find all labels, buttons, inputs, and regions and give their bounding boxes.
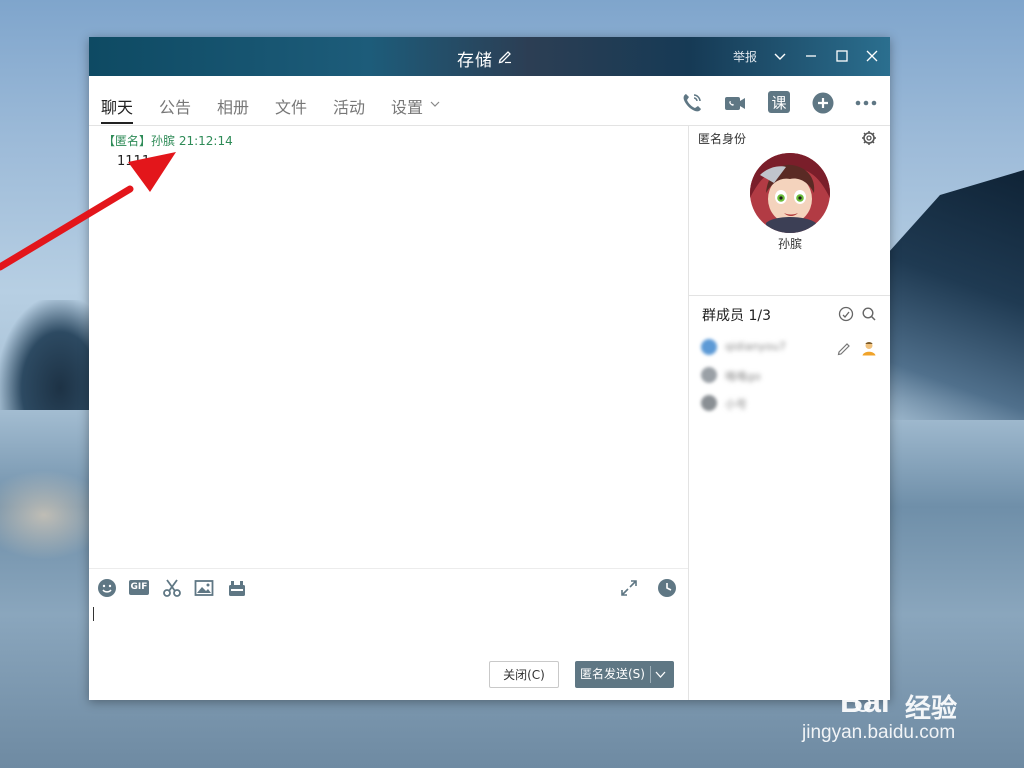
member-avatar (701, 395, 717, 411)
video-call-icon[interactable] (723, 91, 747, 115)
watermark-url: jingyan.baidu.com (802, 722, 956, 743)
tab-files[interactable]: 文件 (275, 94, 307, 118)
group-chat-window: 存储 举报 聊天 公告 相册 文件 活动 设置 课 【匿名】孙膑 21:12:1… (89, 37, 890, 700)
course-icon[interactable]: 课 (768, 91, 790, 113)
gift-icon[interactable] (227, 578, 247, 598)
background-hill-right (884, 170, 1024, 420)
active-tab-indicator (101, 122, 133, 124)
close-button[interactable]: 关闭(C) (489, 661, 559, 688)
tab-album[interactable]: 相册 (217, 94, 249, 118)
send-options-chevron-icon[interactable] (655, 670, 666, 679)
member-name: 小号 (725, 398, 747, 411)
group-members-title: 群成员 1/3 (702, 308, 771, 324)
title-bar[interactable]: 存储 举报 (89, 37, 890, 76)
member-filter-icon[interactable] (838, 306, 854, 322)
tab-settings[interactable]: 设置 (391, 94, 423, 118)
scissors-icon[interactable] (162, 578, 182, 598)
member-name: qidianyou7 (725, 340, 786, 353)
member-avatar (701, 339, 717, 355)
owner-icon (862, 342, 876, 356)
emoji-icon[interactable] (97, 578, 117, 598)
gear-icon[interactable] (861, 130, 877, 146)
gif-icon[interactable]: GIF (129, 580, 149, 595)
member-row[interactable]: 咯咯go (701, 366, 851, 384)
anonymous-identity-label: 匿名身份 (698, 132, 747, 146)
anonymous-send-button[interactable]: 匿名发送(S) (575, 661, 674, 688)
anonymous-avatar (750, 153, 830, 233)
member-name: 咯咯go (725, 370, 761, 383)
edit-icon[interactable] (836, 340, 852, 356)
tab-activity[interactable]: 活动 (333, 94, 365, 118)
member-row[interactable]: qidianyou7 (701, 338, 851, 356)
close-icon[interactable] (864, 48, 880, 64)
send-button-label: 匿名发送(S) (580, 667, 645, 681)
report-link[interactable]: 举报 (733, 48, 757, 65)
edit-title-icon[interactable] (497, 48, 513, 64)
more-icon[interactable] (854, 91, 878, 115)
panel-divider (688, 126, 689, 700)
watermark-brand: Bai (840, 683, 890, 719)
anonymous-name: 孙膑 (778, 237, 803, 251)
annotation-arrow (0, 152, 176, 271)
right-panel-divider (689, 295, 890, 296)
send-button-separator (650, 666, 651, 683)
tab-announcement[interactable]: 公告 (159, 94, 191, 118)
search-icon[interactable] (861, 306, 877, 322)
chevron-down-icon[interactable] (772, 48, 788, 64)
window-title: 存储 (457, 51, 493, 71)
tab-chat[interactable]: 聊天 (101, 94, 133, 118)
settings-chevron-icon[interactable] (430, 100, 440, 108)
minimize-icon[interactable] (803, 48, 819, 64)
maximize-icon[interactable] (834, 48, 850, 64)
input-toolbar-divider (89, 568, 688, 569)
add-app-icon[interactable] (811, 91, 835, 115)
phone-icon[interactable] (680, 91, 704, 115)
message-input-caret (93, 607, 94, 621)
member-avatar (701, 367, 717, 383)
background-hill-left (0, 300, 100, 410)
expand-icon[interactable] (619, 578, 639, 598)
member-row[interactable]: 小号 (701, 394, 851, 412)
history-icon[interactable] (657, 578, 677, 598)
watermark-brand-cn: 经验 (905, 694, 958, 724)
image-icon[interactable] (194, 578, 214, 598)
